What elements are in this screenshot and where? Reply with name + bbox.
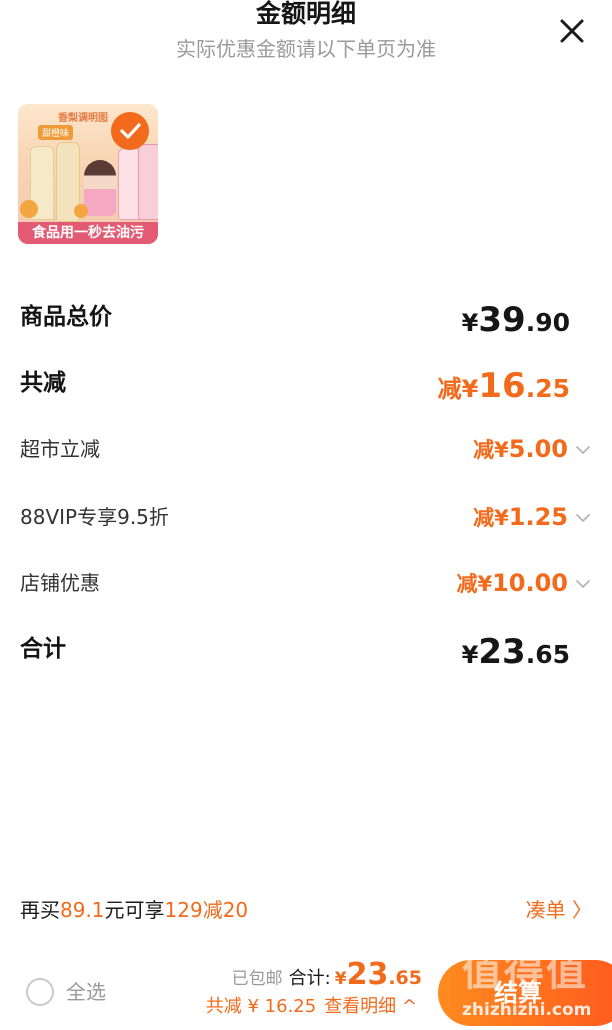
model-graphic bbox=[84, 160, 116, 216]
vip-discount-value: 减¥1.25 bbox=[473, 502, 592, 532]
product-flavor-tag: 甜橙味 bbox=[38, 125, 74, 140]
supermarket-discount-value: 减¥5.00 bbox=[473, 434, 592, 464]
vip-discount-row[interactable]: 88VIP专享9.5折 减¥1.25 bbox=[20, 502, 592, 536]
bottom-discount-text: 共减 ¥ 16.25 bbox=[205, 996, 317, 1017]
store-discount-row[interactable]: 店铺优惠 减¥10.00 bbox=[20, 568, 592, 602]
bottom-total-label: 合计: bbox=[288, 968, 331, 989]
check-icon bbox=[120, 123, 141, 139]
orange-graphic bbox=[74, 204, 88, 218]
bottom-total: 已包邮 合计: ¥23.65 bbox=[231, 957, 422, 992]
product-image-banner: 食品用一秒去油污 bbox=[18, 222, 158, 244]
promo-amount: 89.1 bbox=[60, 898, 105, 922]
supermarket-discount-row[interactable]: 超市立减 减¥5.00 bbox=[20, 434, 592, 468]
total-row: 合计 ¥23.65 bbox=[20, 632, 592, 672]
store-discount-label: 店铺优惠 bbox=[20, 571, 100, 595]
subtotal-label: 商品总价 bbox=[20, 304, 112, 330]
header: 金额明细 实际优惠金额请以下单页为准 bbox=[0, 0, 612, 70]
shipping-status: 已包邮 bbox=[231, 969, 283, 989]
supermarket-discount-label: 超市立减 bbox=[20, 437, 100, 461]
select-all-label: 全选 bbox=[66, 980, 106, 1004]
promo-deal: 129减20 bbox=[164, 898, 249, 922]
total-label: 合计 bbox=[20, 636, 66, 662]
page-subtitle: 实际优惠金额请以下单页为准 bbox=[176, 37, 436, 61]
select-all-radio[interactable] bbox=[26, 978, 54, 1006]
watermark-logo: 值得值 bbox=[462, 949, 588, 995]
store-discount-value: 减¥10.00 bbox=[456, 568, 592, 598]
add-on-items-link[interactable]: 凑单 〉 bbox=[526, 896, 592, 924]
promo-message: 再买89.1元可享129减20 bbox=[20, 898, 249, 922]
bottom-discount: 共减 ¥ 16.25 查看明细 ^ bbox=[206, 994, 417, 1020]
vip-discount-label: 88VIP专享9.5折 bbox=[20, 505, 169, 529]
view-details-link[interactable]: 查看明细 ^ bbox=[324, 996, 417, 1017]
chevron-down-icon[interactable] bbox=[574, 509, 592, 527]
close-icon bbox=[560, 19, 584, 43]
total-discount-label: 共减 bbox=[20, 370, 66, 396]
watermark-site: zhizhizhi.com bbox=[462, 1000, 592, 1020]
product-image-caption: 香梨调明图 bbox=[58, 113, 108, 124]
product-selected-checkbox[interactable] bbox=[111, 112, 149, 150]
close-button[interactable] bbox=[553, 12, 591, 50]
orange-graphic bbox=[20, 200, 38, 218]
total-value: ¥23.65 bbox=[461, 632, 570, 672]
page-title: 金额明细 bbox=[255, 0, 356, 28]
subtotal-row: 商品总价 ¥39.90 bbox=[20, 300, 592, 340]
total-discount-row: 共减 减¥16.25 bbox=[20, 366, 592, 406]
chevron-down-icon[interactable] bbox=[574, 575, 592, 593]
total-discount-value: 减¥16.25 bbox=[437, 366, 570, 406]
subtotal-value: ¥39.90 bbox=[461, 300, 570, 340]
bottle-graphic bbox=[138, 144, 158, 220]
chevron-down-icon[interactable] bbox=[574, 441, 592, 459]
